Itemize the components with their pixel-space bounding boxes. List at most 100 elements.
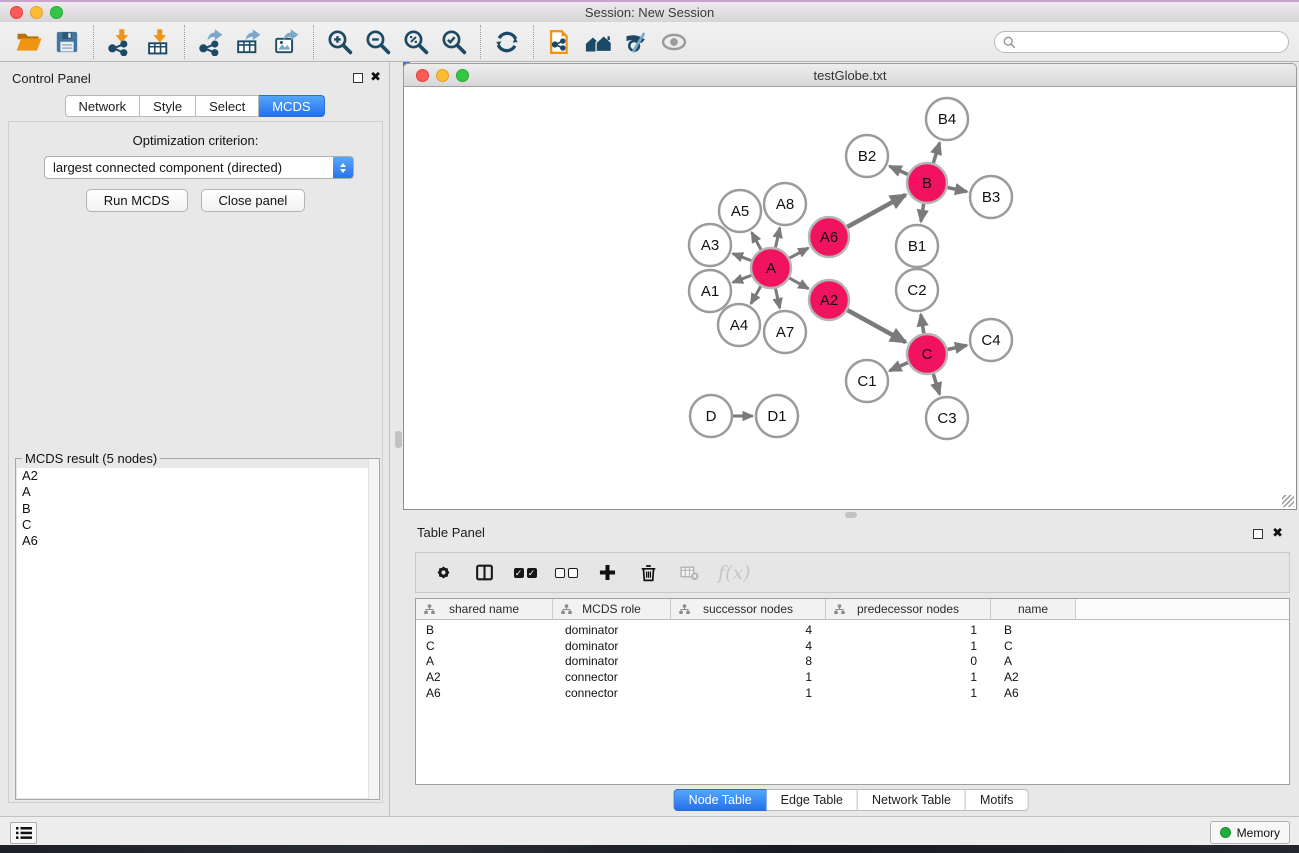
graph-node-C1[interactable]: C1 <box>846 360 888 402</box>
deselect-all-checkboxes-button[interactable] <box>554 561 578 585</box>
graph-node-A1[interactable]: A1 <box>689 270 731 312</box>
hide-panels-button[interactable] <box>617 25 655 59</box>
graph-node-A6[interactable]: A6 <box>809 217 849 257</box>
graph-node-B3[interactable]: B3 <box>970 176 1012 218</box>
tab-mcds[interactable]: MCDS <box>259 95 324 117</box>
graph-edge-A-A7[interactable] <box>776 289 780 309</box>
table-row[interactable]: A6connector11A6 <box>416 685 1289 701</box>
zoom-fit-button[interactable] <box>397 25 435 59</box>
graph-edge-A-A6[interactable] <box>790 248 809 258</box>
column-header-mcds-role[interactable]: MCDS role <box>553 599 671 619</box>
result-list-item[interactable]: B <box>17 501 378 517</box>
export-table-button[interactable] <box>230 25 268 59</box>
graph-edge-C-C4[interactable] <box>948 345 967 349</box>
zoom-in-button[interactable] <box>321 25 359 59</box>
graph-node-A8[interactable]: A8 <box>764 183 806 225</box>
column-header-name[interactable]: name <box>991 599 1076 619</box>
close-panel-button[interactable]: Close panel <box>201 189 306 212</box>
home-view-button[interactable] <box>579 25 617 59</box>
tab-motifs[interactable]: Motifs <box>966 789 1028 811</box>
table-row[interactable]: Bdominator41B <box>416 622 1289 638</box>
import-table-button[interactable] <box>139 25 177 59</box>
graph-node-B4[interactable]: B4 <box>926 98 968 140</box>
graph-node-A2[interactable]: A2 <box>809 280 849 320</box>
add-column-button[interactable] <box>595 561 619 585</box>
criterion-select[interactable]: largest connected component (directed) <box>44 156 354 179</box>
settings-gear-button[interactable] <box>431 561 455 585</box>
delete-columns-button[interactable] <box>636 561 660 585</box>
network-canvas[interactable]: B4 B2 B B3 A8A5 A6 A3 B1 A A1 C2 A2 A4A7 C4 C C1 C3 D D1 <box>403 87 1297 510</box>
column-header-shared-name[interactable]: shared name <box>416 599 553 619</box>
graph-node-C3[interactable]: C3 <box>926 397 968 439</box>
graph-node-B2[interactable]: B2 <box>846 135 888 177</box>
result-list-item[interactable]: A2 <box>17 468 378 484</box>
graph-edge-C-C3[interactable] <box>933 374 939 394</box>
window-resize-grip[interactable] <box>1282 495 1294 507</box>
close-panel-icon[interactable]: ✖ <box>370 70 381 84</box>
zoom-out-button[interactable] <box>359 25 397 59</box>
split-columns-button[interactable] <box>472 561 496 585</box>
graph-edge-C-C1[interactable] <box>890 363 908 371</box>
result-list-item[interactable]: A6 <box>17 533 378 549</box>
horizontal-scrollbar-thumb[interactable] <box>845 512 857 518</box>
search-input[interactable] <box>1016 33 1288 51</box>
run-mcds-button[interactable]: Run MCDS <box>86 189 188 212</box>
select-all-checkboxes-button[interactable]: ✓✓ <box>513 561 537 585</box>
graph-edge-C-C2[interactable] <box>921 315 924 334</box>
graph-edge-B-B2[interactable] <box>890 166 908 174</box>
tab-network[interactable]: Network <box>64 95 140 117</box>
export-network-button[interactable] <box>192 25 230 59</box>
export-image-button[interactable] <box>268 25 306 59</box>
memory-button[interactable]: Memory <box>1210 821 1290 844</box>
graph-edge-A2-C[interactable] <box>847 310 905 342</box>
graph-node-A4[interactable]: A4 <box>718 304 760 346</box>
graph-node-C2[interactable]: C2 <box>896 269 938 311</box>
result-list-item[interactable]: A <box>17 484 378 500</box>
task-history-button[interactable] <box>10 822 37 844</box>
graph-node-C4[interactable]: C4 <box>970 319 1012 361</box>
close-table-panel-icon[interactable]: ✖ <box>1272 526 1283 540</box>
graph-node-D[interactable]: D <box>690 395 732 437</box>
graph-node-B[interactable]: B <box>907 163 947 203</box>
tab-style[interactable]: Style <box>140 95 196 117</box>
graph-node-B1[interactable]: B1 <box>896 225 938 267</box>
graph-edge-A-A8[interactable] <box>776 228 780 248</box>
float-panel-icon[interactable] <box>353 73 363 83</box>
table-row[interactable]: Adominator80A <box>416 653 1289 669</box>
graph-node-C[interactable]: C <box>907 334 947 374</box>
table-row[interactable]: A2connector11A2 <box>416 669 1289 685</box>
tab-network-table[interactable]: Network Table <box>858 789 966 811</box>
tab-edge-table[interactable]: Edge Table <box>767 789 858 811</box>
graph-edge-A-A3[interactable] <box>733 254 752 261</box>
graph-edge-A6-B[interactable] <box>847 195 905 227</box>
table-row[interactable]: Cdominator41C <box>416 638 1289 654</box>
vertical-scrollbar-thumb[interactable] <box>395 431 402 448</box>
result-list-scrollbar[interactable] <box>368 459 379 799</box>
graph-node-A3[interactable]: A3 <box>689 224 731 266</box>
graph-node-A[interactable]: A <box>751 248 791 288</box>
float-table-panel-icon[interactable] <box>1253 529 1263 539</box>
show-eye-button[interactable] <box>655 25 693 59</box>
function-builder-button[interactable]: f(x) <box>718 561 751 585</box>
graph-edge-A-A4[interactable] <box>751 286 761 303</box>
graph-node-A5[interactable]: A5 <box>719 190 761 232</box>
delete-table-button[interactable] <box>677 561 701 585</box>
open-file-button[interactable] <box>10 25 48 59</box>
graph-edge-B-B3[interactable] <box>948 188 967 192</box>
graph-edge-A-A2[interactable] <box>789 278 808 289</box>
graph-node-D1[interactable]: D1 <box>756 395 798 437</box>
result-list-item[interactable]: C <box>17 517 378 533</box>
refresh-layout-button[interactable] <box>488 25 526 59</box>
graph-edge-A-A5[interactable] <box>752 232 761 249</box>
graph-edge-B-B1[interactable] <box>921 204 924 222</box>
zoom-selected-button[interactable] <box>435 25 473 59</box>
tab-select[interactable]: Select <box>196 95 259 117</box>
graph-edge-B-B4[interactable] <box>933 143 939 163</box>
import-network-button[interactable] <box>101 25 139 59</box>
tab-node-table[interactable]: Node Table <box>674 789 767 811</box>
network-window-titlebar[interactable]: testGlobe.txt <box>403 63 1297 87</box>
column-header-predecessor-nodes[interactable]: predecessor nodes <box>826 599 991 619</box>
clone-network-button[interactable] <box>541 25 579 59</box>
graph-edge-A-A1[interactable] <box>733 275 752 282</box>
graph-node-A7[interactable]: A7 <box>764 311 806 353</box>
